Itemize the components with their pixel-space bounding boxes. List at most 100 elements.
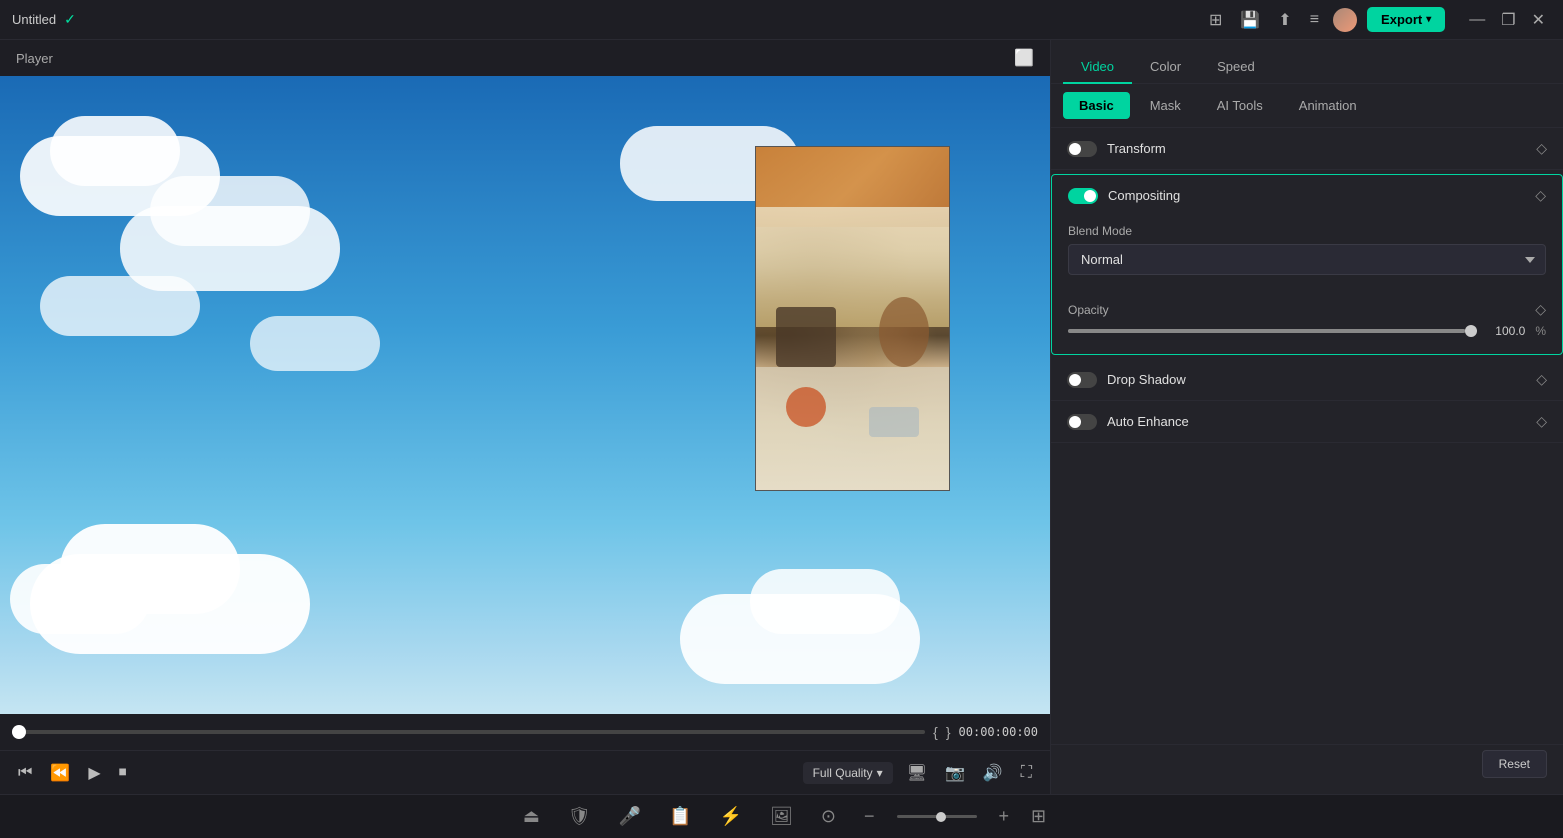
player-header: Player ⬜ — [0, 40, 1050, 76]
inset-leaf — [786, 387, 826, 427]
document-title: Untitled — [12, 12, 56, 27]
cloud-7 — [150, 176, 310, 246]
subtab-basic[interactable]: Basic — [1063, 92, 1130, 119]
timecode-display: 00:00:00:00 — [959, 725, 1038, 739]
minimize-button[interactable]: — — [1463, 9, 1491, 31]
toggle-knob — [1069, 416, 1081, 428]
opacity-slider-row: 100.0 % — [1068, 324, 1546, 338]
opacity-label: Opacity — [1068, 303, 1109, 317]
tab-speed[interactable]: Speed — [1199, 51, 1273, 84]
opacity-fill — [1068, 329, 1465, 333]
save-status-icon: ✓ — [64, 11, 76, 28]
title-bar: Untitled ✓ ⊞ 💾 ⬆ ≡ Export ▾ — ❐ ✕ — [0, 0, 1563, 40]
compositing-header[interactable]: Compositing ◇ — [1052, 175, 1562, 216]
tool-flash-icon[interactable]: ⚡ — [714, 802, 748, 831]
inset-item — [879, 297, 929, 367]
cloud-12 — [250, 316, 380, 371]
drop-shadow-diamond-icon[interactable]: ◇ — [1536, 371, 1547, 388]
transform-diamond-icon[interactable]: ◇ — [1536, 140, 1547, 157]
timeline-track[interactable] — [12, 730, 925, 734]
quality-arrow-icon: ▾ — [877, 766, 883, 780]
auto-enhance-section[interactable]: Auto Enhance ◇ — [1051, 401, 1563, 443]
restore-button[interactable]: ❐ — [1495, 8, 1521, 32]
player-canvas — [0, 76, 1050, 714]
fullscreen-icon[interactable]: ⛶ — [1017, 760, 1036, 786]
avatar[interactable] — [1333, 8, 1357, 32]
inset-bottom — [756, 367, 949, 491]
auto-enhance-label: Auto Enhance — [1107, 414, 1536, 429]
bracket-in-icon[interactable]: { — [933, 724, 938, 740]
window-controls: — ❐ ✕ — [1463, 8, 1551, 32]
menu-icon[interactable]: ≡ — [1306, 7, 1323, 33]
opacity-label-row: Opacity ◇ — [1068, 301, 1546, 318]
player-panel: Player ⬜ — [0, 40, 1051, 794]
main-area: Player ⬜ — [0, 40, 1563, 794]
expand-icon[interactable]: ⬜ — [1014, 48, 1034, 68]
tool-plus-icon[interactable]: + — [993, 802, 1016, 831]
volume-icon[interactable]: 🔊 — [979, 759, 1007, 787]
export-button[interactable]: Export ▾ — [1367, 7, 1445, 32]
zoom-thumb[interactable] — [936, 812, 946, 822]
drop-shadow-toggle[interactable] — [1067, 372, 1097, 388]
camera-icon[interactable]: 📷 — [941, 759, 969, 787]
subtab-ai-tools[interactable]: AI Tools — [1201, 92, 1279, 119]
subtab-animation[interactable]: Animation — [1283, 92, 1373, 119]
auto-enhance-diamond-icon[interactable]: ◇ — [1536, 413, 1547, 430]
cloud-3 — [10, 564, 150, 634]
title-bar-right: ⊞ 💾 ⬆ ≡ Export ▾ — ❐ ✕ — [1205, 6, 1551, 34]
drop-shadow-section[interactable]: Drop Shadow ◇ — [1051, 359, 1563, 401]
sub-tabs: Basic Mask AI Tools Animation — [1051, 84, 1563, 128]
timeline-thumb[interactable] — [12, 725, 26, 739]
compositing-toggle[interactable] — [1068, 188, 1098, 204]
play-button[interactable]: ▶ — [84, 759, 104, 787]
tool-circle-icon[interactable]: ⊙ — [815, 802, 842, 831]
opacity-diamond-icon[interactable]: ◇ — [1535, 301, 1546, 318]
save-icon[interactable]: 💾 — [1236, 6, 1264, 34]
bottom-toolbar: ⏏ 🛡 🎤 📋 ⚡ 🖼 ⊙ − + ⊞ — [0, 794, 1563, 838]
reset-button[interactable]: Reset — [1482, 750, 1547, 778]
transform-label: Transform — [1107, 141, 1536, 156]
layout-icon[interactable]: ⊞ — [1205, 6, 1226, 34]
opacity-thumb[interactable] — [1465, 325, 1477, 337]
compositing-diamond-icon[interactable]: ◇ — [1535, 187, 1546, 204]
tool-icon-1[interactable]: ⏏ — [517, 802, 546, 831]
quality-button[interactable]: Full Quality ▾ — [803, 762, 893, 784]
title-bar-left: Untitled ✓ — [12, 11, 76, 28]
tool-mic-icon[interactable]: 🎤 — [613, 802, 647, 831]
blend-mode-select[interactable]: Normal Multiply Screen Overlay — [1068, 244, 1546, 275]
tool-shield-icon[interactable]: 🛡 — [562, 802, 597, 831]
step-back-button[interactable]: ⏮ — [14, 760, 36, 786]
toggle-knob — [1069, 143, 1081, 155]
tool-minus-icon[interactable]: − — [858, 802, 881, 831]
tab-color[interactable]: Color — [1132, 51, 1199, 84]
transform-toggle[interactable] — [1067, 141, 1097, 157]
bracket-out-icon[interactable]: } — [946, 724, 951, 740]
opacity-slider[interactable] — [1068, 329, 1477, 333]
compositing-body: Blend Mode Normal Multiply Screen Overla… — [1052, 216, 1562, 354]
panel-content: Transform ◇ Compositing ◇ Blend Mode Nor… — [1051, 128, 1563, 744]
tool-frame-icon[interactable]: 🖼 — [764, 802, 799, 831]
tab-video[interactable]: Video — [1063, 51, 1132, 84]
tool-grid-icon[interactable]: ⊞ — [1031, 806, 1046, 827]
inset-video — [755, 146, 950, 491]
export-arrow-icon: ▾ — [1426, 14, 1431, 25]
subtab-mask[interactable]: Mask — [1134, 92, 1197, 119]
transport-controls: ⏮ ⏪ ▶ ⏹ Full Quality ▾ 🖥 📷 🔊 ⛶ — [0, 750, 1050, 794]
inset-glasses — [869, 407, 919, 437]
stop-button[interactable]: ⏹ — [115, 760, 131, 786]
transform-section[interactable]: Transform ◇ — [1051, 128, 1563, 170]
frame-back-button[interactable]: ⏪ — [46, 759, 74, 787]
upload-icon[interactable]: ⬆ — [1274, 6, 1295, 34]
monitor-icon[interactable]: 🖥 — [903, 759, 931, 787]
cloud-5 — [50, 116, 180, 186]
player-controls-bar: { } 00:00:00:00 — [0, 714, 1050, 750]
export-label: Export — [1381, 12, 1422, 27]
close-button[interactable]: ✕ — [1526, 8, 1551, 32]
zoom-track[interactable] — [897, 815, 977, 818]
opacity-unit: % — [1535, 324, 1546, 338]
zoom-bar — [897, 815, 977, 818]
compositing-section: Compositing ◇ Blend Mode Normal Multiply… — [1051, 174, 1563, 355]
toggle-knob — [1084, 190, 1096, 202]
tool-clipboard-icon[interactable]: 📋 — [663, 802, 697, 831]
auto-enhance-toggle[interactable] — [1067, 414, 1097, 430]
